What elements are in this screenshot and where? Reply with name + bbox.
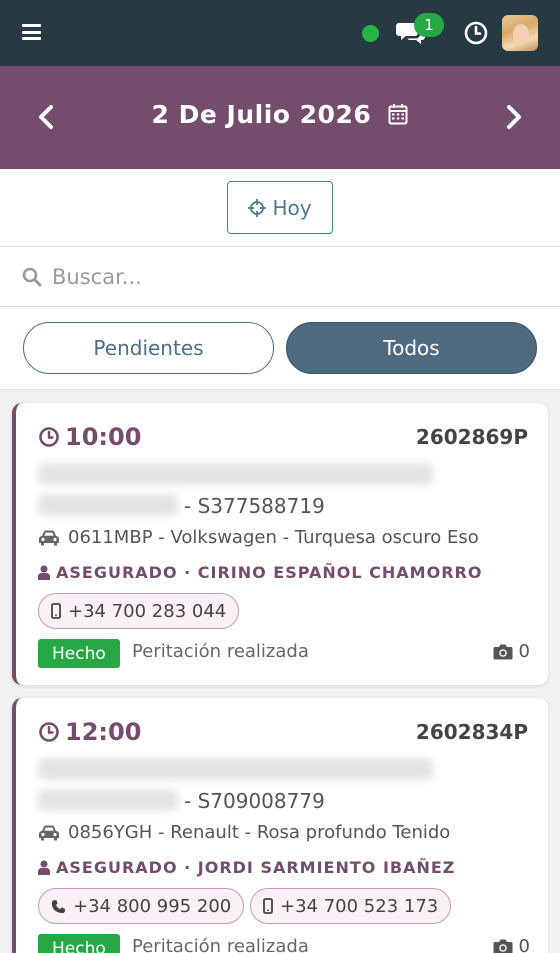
photo-count[interactable]: 0	[493, 641, 530, 662]
vehicle-info: 0611MBP - Volkswagen - Turquesa oscuro E…	[38, 527, 479, 548]
phone-number: +34 700 283 044	[68, 600, 227, 622]
claim-reference: - S377588719	[184, 494, 325, 518]
online-status-icon	[362, 25, 379, 42]
vehicle-text: 0856YGH - Renault - Rosa profundo Tenido	[68, 822, 451, 843]
clock-icon[interactable]	[464, 21, 488, 45]
appointment-code: 2602869P	[415, 425, 528, 449]
appointment-card[interactable]: 12:00 2602834P - S709008779 0856YGH - Re…	[12, 698, 548, 953]
phone-number: +34 800 995 200	[73, 895, 232, 917]
search-bar	[0, 247, 560, 307]
car-icon	[39, 825, 59, 840]
phone-icon	[51, 899, 66, 913]
car-icon	[39, 530, 59, 545]
today-button[interactable]: Hoy	[227, 181, 333, 234]
filter-all-button[interactable]: Todos	[286, 322, 537, 374]
redacted-address	[38, 789, 178, 811]
phone-pill[interactable]: +34 800 995 200	[38, 888, 245, 924]
redacted-address	[38, 494, 178, 516]
current-date[interactable]: 2 De Julio 2026	[0, 100, 560, 129]
status-text: Peritación realizada	[132, 936, 309, 953]
status-badge: Hecho	[38, 639, 120, 668]
camera-icon	[493, 644, 513, 660]
appointment-time-text: 12:00	[65, 718, 142, 746]
status-text: Peritación realizada	[132, 641, 309, 662]
user-icon	[38, 565, 50, 580]
insured-name: ASEGURADO · CIRINO ESPAÑOL CHAMORRO	[38, 563, 482, 582]
crosshairs-icon	[248, 198, 267, 217]
mobile-phone-icon	[263, 898, 273, 914]
calendar-icon	[388, 104, 408, 125]
date-title-text: 2 De Julio 2026	[151, 100, 372, 129]
appointment-time: 12:00	[38, 718, 141, 746]
camera-icon	[493, 939, 513, 953]
photo-count[interactable]: 0	[493, 936, 530, 953]
appointment-code: 2602834P	[415, 720, 528, 744]
phone-pill[interactable]: +34 700 283 044	[38, 593, 240, 629]
top-bar: 1	[0, 0, 560, 66]
phone-pill[interactable]: +34 700 523 173	[250, 888, 452, 924]
insured-name: ASEGURADO · JORDI SARMIENTO IBAÑEZ	[38, 858, 455, 877]
chat-badge: 1	[414, 13, 444, 37]
chevron-right-icon[interactable]	[498, 102, 528, 132]
appointment-card[interactable]: 10:00 2602869P - S377588719 0611MBP - Vo…	[12, 403, 548, 685]
filter-row: Pendientes Todos	[0, 307, 560, 390]
clock-icon	[39, 427, 59, 447]
search-input[interactable]	[52, 255, 542, 299]
clock-icon	[39, 722, 59, 742]
appointment-time-text: 10:00	[65, 423, 142, 451]
photo-count-value: 0	[518, 641, 530, 662]
photo-count-value: 0	[518, 936, 530, 953]
today-row: Hoy	[0, 169, 560, 247]
vehicle-info: 0856YGH - Renault - Rosa profundo Tenido	[38, 822, 450, 843]
phone-number: +34 700 523 173	[280, 895, 439, 917]
user-icon	[38, 860, 50, 875]
avatar[interactable]	[502, 15, 538, 51]
redacted-address	[38, 463, 433, 485]
insured-text: ASEGURADO · CIRINO ESPAÑOL CHAMORRO	[56, 563, 483, 582]
insured-text: ASEGURADO · JORDI SARMIENTO IBAÑEZ	[56, 858, 456, 877]
date-navigator: 2 De Julio 2026	[0, 66, 560, 169]
filter-pending-button[interactable]: Pendientes	[23, 322, 274, 374]
appointment-time: 10:00	[38, 423, 141, 451]
today-button-label: Hoy	[272, 195, 312, 220]
menu-icon[interactable]	[22, 24, 41, 40]
status-badge: Hecho	[38, 934, 120, 953]
redacted-address	[38, 758, 433, 780]
mobile-phone-icon	[51, 603, 61, 619]
vehicle-text: 0611MBP - Volkswagen - Turquesa oscuro E…	[68, 527, 479, 548]
claim-reference: - S709008779	[184, 789, 325, 813]
search-icon	[22, 267, 42, 287]
